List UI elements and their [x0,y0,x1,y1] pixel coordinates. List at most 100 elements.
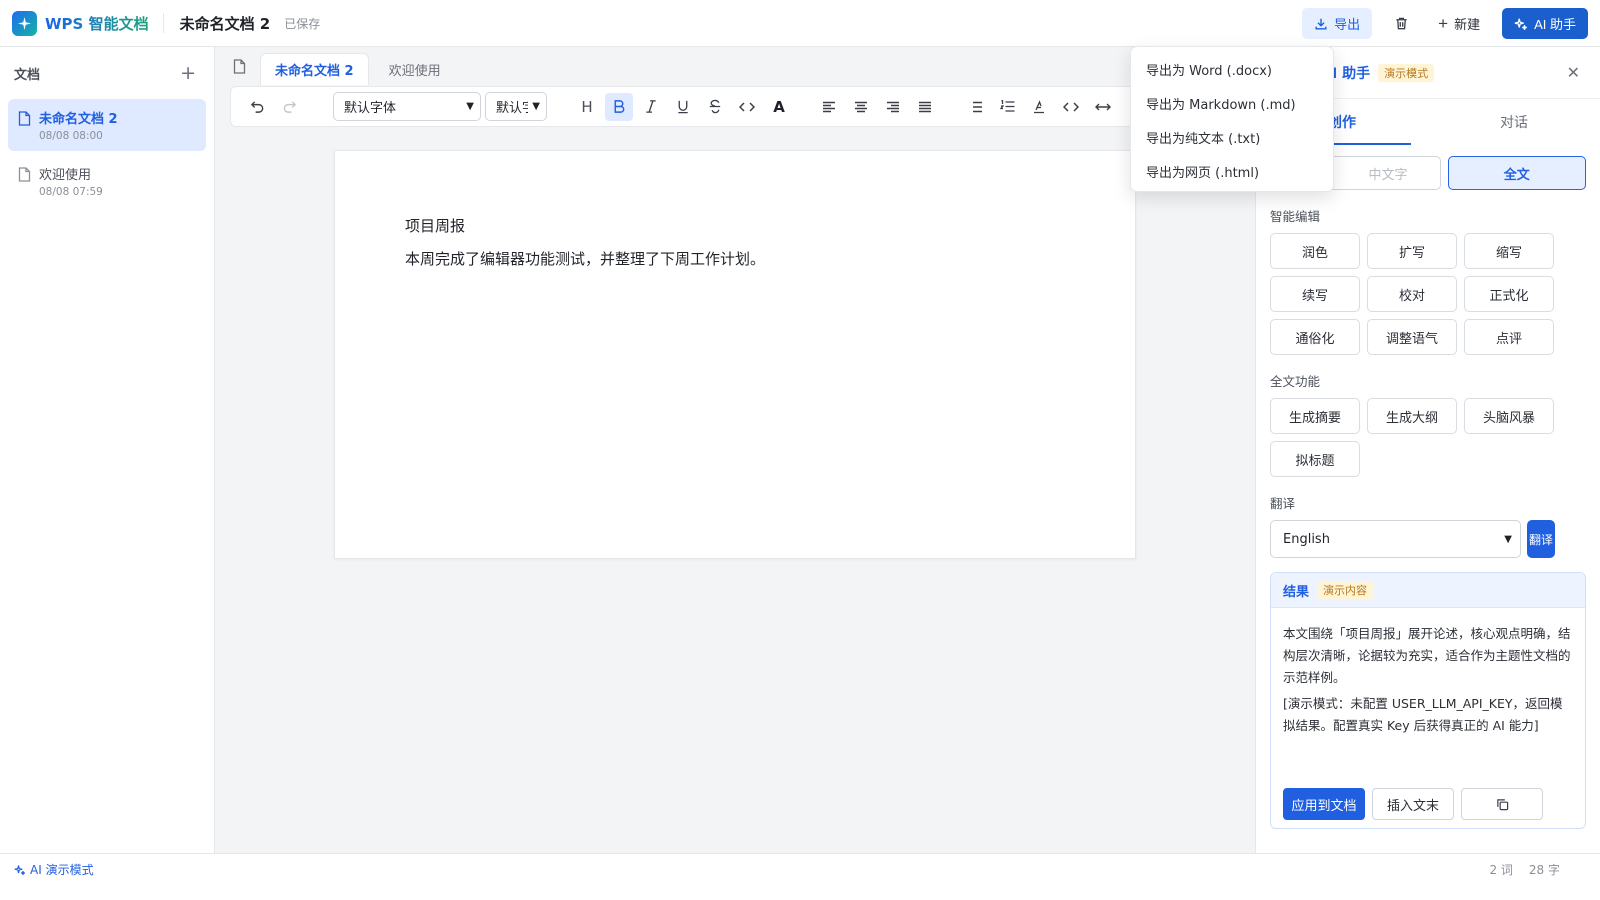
apply-to-document-button[interactable]: 应用到文档 [1283,788,1365,820]
bold-button[interactable] [605,92,633,121]
strikethrough-button[interactable] [701,93,729,121]
new-document-button[interactable]: + 新建 [1428,8,1490,39]
align-center-icon [855,101,867,112]
bullet-list-button[interactable] [961,93,989,121]
export-markdown-item[interactable]: 导出为 Markdown (.md) [1131,86,1333,120]
bullet-list-icon [969,101,982,112]
redo-icon [283,101,296,113]
title-suggest-button[interactable]: 拟标题 [1270,441,1360,477]
inline-code-button[interactable] [733,93,761,121]
tab-untitled-2[interactable]: 未命名文档 2 [260,53,369,85]
editor-page[interactable]: 项目周报 本周完成了编辑器功能测试，并整理了下周工作计划。 [334,150,1136,559]
ordered-list-button[interactable] [993,93,1021,121]
sidebar-item-date: 08/08 08:00 [39,130,103,142]
horizontal-rule-button[interactable] [1089,93,1117,121]
copy-button[interactable] [1461,788,1543,820]
redo-button[interactable] [275,93,303,121]
smart-edit-grid: 润色 扩写 缩写 续写 校对 正式化 通俗化 调整语气 点评 [1256,225,1600,355]
delete-button[interactable] [1386,8,1416,39]
ai-label: AI 助手 [1534,17,1576,32]
code-block-icon [1063,101,1079,112]
continue-button[interactable]: 续写 [1270,276,1360,312]
clear-format-button[interactable] [1025,93,1053,121]
char-count: 28 字 [1528,863,1560,877]
export-word-item[interactable]: 导出为 Word (.docx) [1131,52,1333,86]
language-select[interactable]: English ▼ [1270,520,1521,558]
brainstorm-button[interactable]: 头脑风暴 [1464,398,1554,434]
outline-button[interactable]: 生成大纲 [1367,398,1457,434]
summary-button[interactable]: 生成摘要 [1270,398,1360,434]
translate-title: 翻译 [1270,496,1296,511]
shorten-button[interactable]: 缩写 [1464,233,1554,269]
app-name: WPS 智能文档 [45,14,149,33]
undo-icon [250,101,263,113]
add-document-icon[interactable]: + [180,63,196,83]
editor-paragraph[interactable]: 本周完成了编辑器功能测试，并整理了下周工作计划。 [405,248,765,269]
heading-button[interactable]: H [573,93,601,121]
word-count: 2 词 [1489,863,1513,877]
plus-icon: + [1438,13,1449,33]
ai-demo-mode-indicator[interactable]: AI 演示模式 [14,861,94,878]
undo-button[interactable] [243,93,271,121]
polish-button[interactable]: 润色 [1270,233,1360,269]
simplify-button[interactable]: 通俗化 [1270,319,1360,355]
result-paragraph: 本文围绕「项目周报」展开论述，核心观点明确，结构层次清晰，论据较为充实，适合作为… [1283,626,1571,685]
font-family-select[interactable]: 默认字体 ▼ [333,92,481,121]
heading-icon: H [581,97,593,116]
review-button[interactable]: 点评 [1464,319,1554,355]
document-sidebar: 文档 + 未命名文档 2 08/08 08:00 欢迎使用 08/08 07:5… [0,47,215,871]
app-logo[interactable]: WPS 智能文档 [12,10,149,36]
document-title[interactable]: 未命名文档 2 [180,13,271,34]
align-justify-button[interactable] [911,93,939,121]
code-block-button[interactable] [1057,93,1085,121]
font-size-value: 默认字 [496,101,528,116]
document-icon [18,167,31,182]
ai-assistant-button[interactable]: AI 助手 [1502,8,1588,39]
underline-button[interactable] [669,93,697,121]
export-button[interactable]: 导出 [1302,8,1373,39]
sidebar-item-untitled-2[interactable]: 未命名文档 2 08/08 08:00 [8,99,206,151]
download-icon [1315,18,1327,30]
sidebar-item-name: 欢迎使用 [39,168,92,183]
result-text: 本文围绕「项目周报」展开论述，核心观点明确，结构层次清晰，论据较为充实，适合作为… [1271,608,1585,737]
document-icon [18,111,31,126]
align-justify-icon [919,101,931,112]
header-divider [162,13,164,33]
sidebar-item-welcome[interactable]: 欢迎使用 08/08 07:59 [8,155,206,207]
tab-welcome[interactable]: 欢迎使用 [375,53,455,85]
ordered-list-icon [999,100,1014,112]
export-menu: 导出为 Word (.docx) 导出为 Markdown (.md) 导出为纯… [1130,46,1334,192]
font-family-value: 默认字体 [344,101,397,116]
align-left-button[interactable] [815,93,843,121]
font-size-select[interactable]: 默认字 ▼ [485,92,547,121]
formalize-button[interactable]: 正式化 [1464,276,1554,312]
export-html-item[interactable]: 导出为网页 (.html) [1131,154,1333,188]
editor-paragraph[interactable]: 项目周报 [405,215,465,236]
copy-icon [1496,798,1508,810]
format-toolbar: 默认字体 ▼ 默认字 ▼ H A [230,86,1150,127]
top-header: WPS 智能文档 未命名文档 2 已保存 导出 + 新建 AI 助手 [0,0,1600,47]
status-bar: AI 演示模式 2 词 28 字 [0,853,1600,900]
scope-full-button[interactable]: 全文 [1447,156,1586,190]
text-color-button[interactable]: A [765,93,793,121]
align-left-icon [823,101,835,112]
tab-chat[interactable]: 对话 [1428,99,1600,145]
align-right-icon [887,101,899,112]
underline-icon [678,100,688,114]
translate-button[interactable]: 翻译 [1527,520,1555,558]
document-tab-icon [224,47,254,85]
smart-edit-title: 智能编辑 [1270,209,1321,224]
adjust-tone-button[interactable]: 调整语气 [1367,319,1457,355]
expand-button[interactable]: 扩写 [1367,233,1457,269]
align-center-button[interactable] [847,93,875,121]
insert-at-end-button[interactable]: 插入文末 [1372,788,1454,820]
result-paragraph: [演示模式：未配置 USER_LLM_API_KEY，返回模拟结果。配置真实 K… [1283,696,1563,733]
proofread-button[interactable]: 校对 [1367,276,1457,312]
new-label: 新建 [1454,17,1481,32]
chevron-down-icon: ▼ [532,101,540,112]
align-right-button[interactable] [879,93,907,121]
scope-selection-label: 中文字 [1368,167,1408,183]
export-text-item[interactable]: 导出为纯文本 (.txt) [1131,120,1333,154]
close-icon[interactable]: ✕ [1567,63,1580,82]
italic-button[interactable] [637,93,665,121]
